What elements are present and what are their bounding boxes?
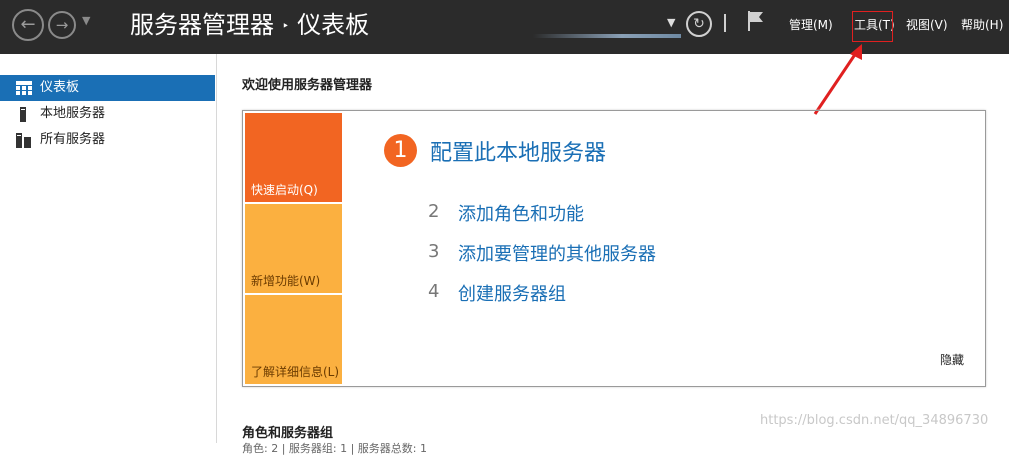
sidebar-item-label: 仪表板 [40, 80, 80, 95]
welcome-heading: 欢迎使用服务器管理器 [242, 78, 373, 93]
sidebar-item-dashboard[interactable]: 仪表板 [0, 75, 215, 101]
server-icon [20, 107, 26, 122]
step-number: 4 [428, 281, 440, 302]
toolbar-divider [724, 14, 726, 32]
breadcrumb-separator-icon: ‣ [282, 19, 290, 33]
forward-arrow-icon[interactable]: → [48, 11, 76, 39]
hide-button[interactable]: 隐藏 [940, 351, 964, 368]
dashboard-icon [16, 81, 32, 95]
annotation-highlight-box [852, 11, 893, 42]
tile-quick-start[interactable]: 快速启动(Q) [245, 113, 342, 202]
sidebar-item-all-servers[interactable]: 所有服务器 [0, 127, 215, 153]
progress-indicator [533, 34, 681, 38]
quick-start-panel: 快速启动(Q) 新增功能(W) 了解详细信息(L) 1 配置此本地服务器 2 添… [242, 110, 986, 387]
back-arrow-icon[interactable]: ← [12, 9, 44, 41]
app-title: 服务器管理器 [130, 11, 274, 39]
refresh-dropdown-icon[interactable]: ▼ [667, 16, 675, 29]
sidebar: 仪表板 本地服务器 所有服务器 [0, 54, 217, 443]
history-dropdown-icon[interactable]: ▼ [82, 14, 90, 27]
roles-summary: 角色: 2 | 服务器组: 1 | 服务器总数: 1 [242, 442, 428, 455]
menu-view[interactable]: 视图(V) [906, 16, 948, 33]
add-servers-link[interactable]: 添加要管理的其他服务器 [458, 240, 656, 266]
dashboard-main: 欢迎使用服务器管理器 快速启动(Q) 新增功能(W) 了解详细信息(L) 1 配… [217, 54, 1009, 455]
servers-icon [16, 133, 31, 148]
step-number: 3 [428, 241, 440, 262]
tile-label: 新增功能(W) [251, 274, 321, 288]
add-roles-link[interactable]: 添加角色和功能 [458, 200, 584, 226]
roles-section-title: 角色和服务器组 [242, 426, 334, 441]
step-number: 2 [428, 201, 440, 222]
sidebar-item-label: 所有服务器 [40, 132, 106, 147]
tile-learn-more[interactable]: 了解详细信息(L) [245, 295, 342, 384]
configure-local-server-link[interactable]: 配置此本地服务器 [430, 135, 606, 167]
watermark: https://blog.csdn.net/qq_34896730 [760, 413, 989, 428]
tile-label: 快速启动(Q) [251, 183, 318, 197]
step-1-badge: 1 [384, 134, 417, 167]
tile-whats-new[interactable]: 新增功能(W) [245, 204, 342, 293]
menu-help[interactable]: 帮助(H) [961, 16, 1003, 33]
menu-manage[interactable]: 管理(M) [789, 16, 833, 33]
tile-label: 了解详细信息(L) [251, 365, 340, 379]
sidebar-item-local-server[interactable]: 本地服务器 [0, 101, 215, 127]
create-server-group-link[interactable]: 创建服务器组 [458, 280, 566, 306]
notifications-flag-icon[interactable] [746, 10, 766, 32]
sidebar-item-label: 本地服务器 [40, 106, 106, 121]
breadcrumb: 服务器管理器 ‣ 仪表板 [130, 10, 369, 41]
page-title: 仪表板 [297, 11, 370, 39]
refresh-icon[interactable]: ↻ [686, 11, 712, 37]
